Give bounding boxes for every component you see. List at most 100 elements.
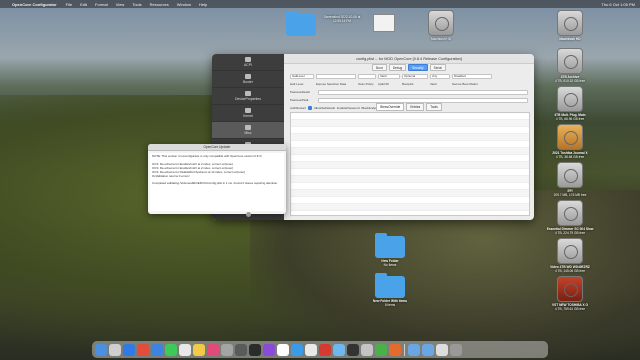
menu-resources[interactable]: Resources [150, 2, 169, 7]
scan-policy-field[interactable] [358, 73, 376, 79]
booter-icon [245, 74, 251, 79]
menu-clock[interactable]: Thu 6 Oct 1:05 PM [601, 2, 635, 7]
tab-serial[interactable]: Serial [429, 64, 446, 71]
folder-info: No Items [383, 262, 397, 267]
tab-security[interactable]: Security [408, 64, 428, 71]
disk-info: 4 TB, 224.79 GB free [554, 230, 586, 235]
gear-icon[interactable] [245, 211, 251, 217]
desktop-folder-new[interactable]: New Folder No Items [366, 233, 414, 268]
table-row[interactable] [291, 113, 529, 120]
sidebar-item-kernel[interactable]: Kernel [212, 105, 284, 122]
calendar-icon[interactable] [179, 343, 191, 356]
maps-icon[interactable] [375, 343, 387, 356]
sidebar-item-acpi[interactable]: ACPI [212, 54, 284, 71]
sidebar-item-misc[interactable]: Misc [212, 122, 284, 139]
desktop-disk-7[interactable]: Video 4TB WD WD40EZRZ 4 TB, 145.06 GB fre… [546, 238, 594, 274]
table-row[interactable] [291, 141, 529, 148]
expose-data-field[interactable] [316, 73, 356, 79]
dialog-title: OpenCore Updater [148, 144, 286, 151]
sidebar-item-label: DeviceProperties [235, 97, 261, 101]
desktop-screenshot-file[interactable] [370, 14, 398, 32]
subtab-blessoverride[interactable]: BlessOverride [376, 103, 405, 111]
menu-app-name[interactable]: OpenCore Configurator [12, 2, 57, 7]
menu-help[interactable]: Help [199, 2, 207, 7]
table-row[interactable] [291, 155, 529, 162]
tab-debug[interactable]: Debug [388, 64, 407, 71]
sidebar-item-booter[interactable]: Booter [212, 71, 284, 88]
logic-icon[interactable] [249, 343, 261, 356]
table-row[interactable] [291, 162, 529, 169]
desktop-disk-2[interactable]: 4TB Archive 4 TB, 910.32 GB free [546, 48, 594, 84]
sidebar-item-label: Kernel [243, 114, 253, 118]
desktop-disk-top[interactable]: Macintosh HD [417, 10, 465, 42]
table-row[interactable] [291, 190, 529, 197]
desktop-folder-new-items[interactable]: New Folder With Items 8 items [366, 273, 414, 308]
misc-icon [245, 125, 251, 130]
launchpad-icon[interactable] [109, 343, 121, 356]
desktop-disk-4[interactable]: 2021 Toshiba Journal X4 TB, 38.68 GB fre… [546, 124, 594, 160]
sidebar-item-deviceproperties[interactable]: DeviceProperties [212, 88, 284, 105]
safari-icon[interactable] [123, 343, 135, 356]
any-select[interactable]: Any [430, 73, 450, 79]
vault-select[interactable]: Vault [378, 73, 400, 79]
desktop-folder-label: Screenshot 2022-10-06 at 12.59.16 PM [323, 15, 361, 23]
table-row[interactable] [291, 148, 529, 155]
table-row[interactable] [291, 176, 529, 183]
menu-edit[interactable]: Edit [80, 2, 87, 7]
menu-window[interactable]: Window [177, 2, 191, 7]
blessoverride-table[interactable] [290, 112, 530, 216]
folder-icon [286, 11, 316, 36]
preview-icon[interactable] [333, 343, 345, 356]
chrome-icon[interactable] [137, 343, 149, 356]
appstore-icon[interactable] [291, 343, 303, 356]
desktop-disk-0[interactable]: Macintosh HD [546, 10, 594, 42]
finder-icon[interactable] [95, 343, 107, 356]
desktop-disk-5[interactable]: EFI 209.7 MB, 176 MB free [546, 162, 594, 198]
table-row[interactable] [291, 134, 529, 141]
password-salt-input[interactable] [318, 97, 528, 103]
menu-tools[interactable]: Tools [132, 2, 141, 7]
folder-stack-icon[interactable] [422, 343, 434, 356]
messages-icon[interactable] [165, 343, 177, 356]
activity-monitor-icon[interactable] [347, 343, 359, 356]
field-label: Halt Level [290, 82, 304, 86]
optional-select[interactable]: Optional [402, 73, 428, 79]
podcasts-icon[interactable] [263, 343, 275, 356]
photos-icon[interactable] [277, 343, 289, 356]
trash-icon[interactable] [450, 343, 462, 356]
desktop-disk-3[interactable]: 4TB Mult. Plug. Main 4 TB, 68.96 GB free [546, 86, 594, 122]
subtab-tools[interactable]: Tools [426, 103, 442, 111]
subtab-entries[interactable]: Entries [406, 103, 425, 111]
menu-view[interactable]: View [116, 2, 125, 7]
terminal-icon[interactable] [235, 343, 247, 356]
settings-icon[interactable] [221, 343, 233, 356]
desktop-disk-6[interactable]: Essential Dimmer SC 004 Slow 4 TB, 224.79… [546, 200, 594, 236]
pdf-icon[interactable] [319, 343, 331, 356]
menu-file[interactable]: File [66, 2, 72, 7]
document-stack-icon[interactable] [436, 343, 448, 356]
table-row[interactable] [291, 197, 529, 204]
textedit-icon[interactable] [305, 343, 317, 356]
table-row[interactable] [291, 204, 529, 211]
dialog-log: NOTE: This version of occonfigurator is … [150, 153, 284, 211]
table-row[interactable] [291, 120, 529, 127]
music-icon[interactable] [207, 343, 219, 356]
notes-icon[interactable] [193, 343, 205, 356]
vlc-icon[interactable] [389, 343, 401, 356]
sidebar-item-label: ACPI [244, 63, 252, 67]
mail-icon[interactable] [151, 343, 163, 356]
desktop-disk-8[interactable]: VST NEW TOSHIBA X O4 TB, 759.61 GB free [546, 276, 594, 312]
menu-format[interactable]: Format [95, 2, 108, 7]
disk-icon [557, 162, 583, 188]
device-icon [245, 91, 251, 96]
window-footer [212, 208, 284, 220]
table-row[interactable] [291, 127, 529, 134]
password-hash-input[interactable] [318, 89, 528, 95]
disabled-select[interactable]: Disabled [452, 73, 492, 79]
table-row[interactable] [291, 183, 529, 190]
downloads-stack-icon[interactable] [408, 343, 420, 356]
tab-boot[interactable]: Boot [372, 64, 387, 71]
halt-level-field[interactable]: HaltLevel [290, 73, 314, 79]
opencore-configurator-icon[interactable] [361, 343, 373, 356]
table-row[interactable] [291, 169, 529, 176]
